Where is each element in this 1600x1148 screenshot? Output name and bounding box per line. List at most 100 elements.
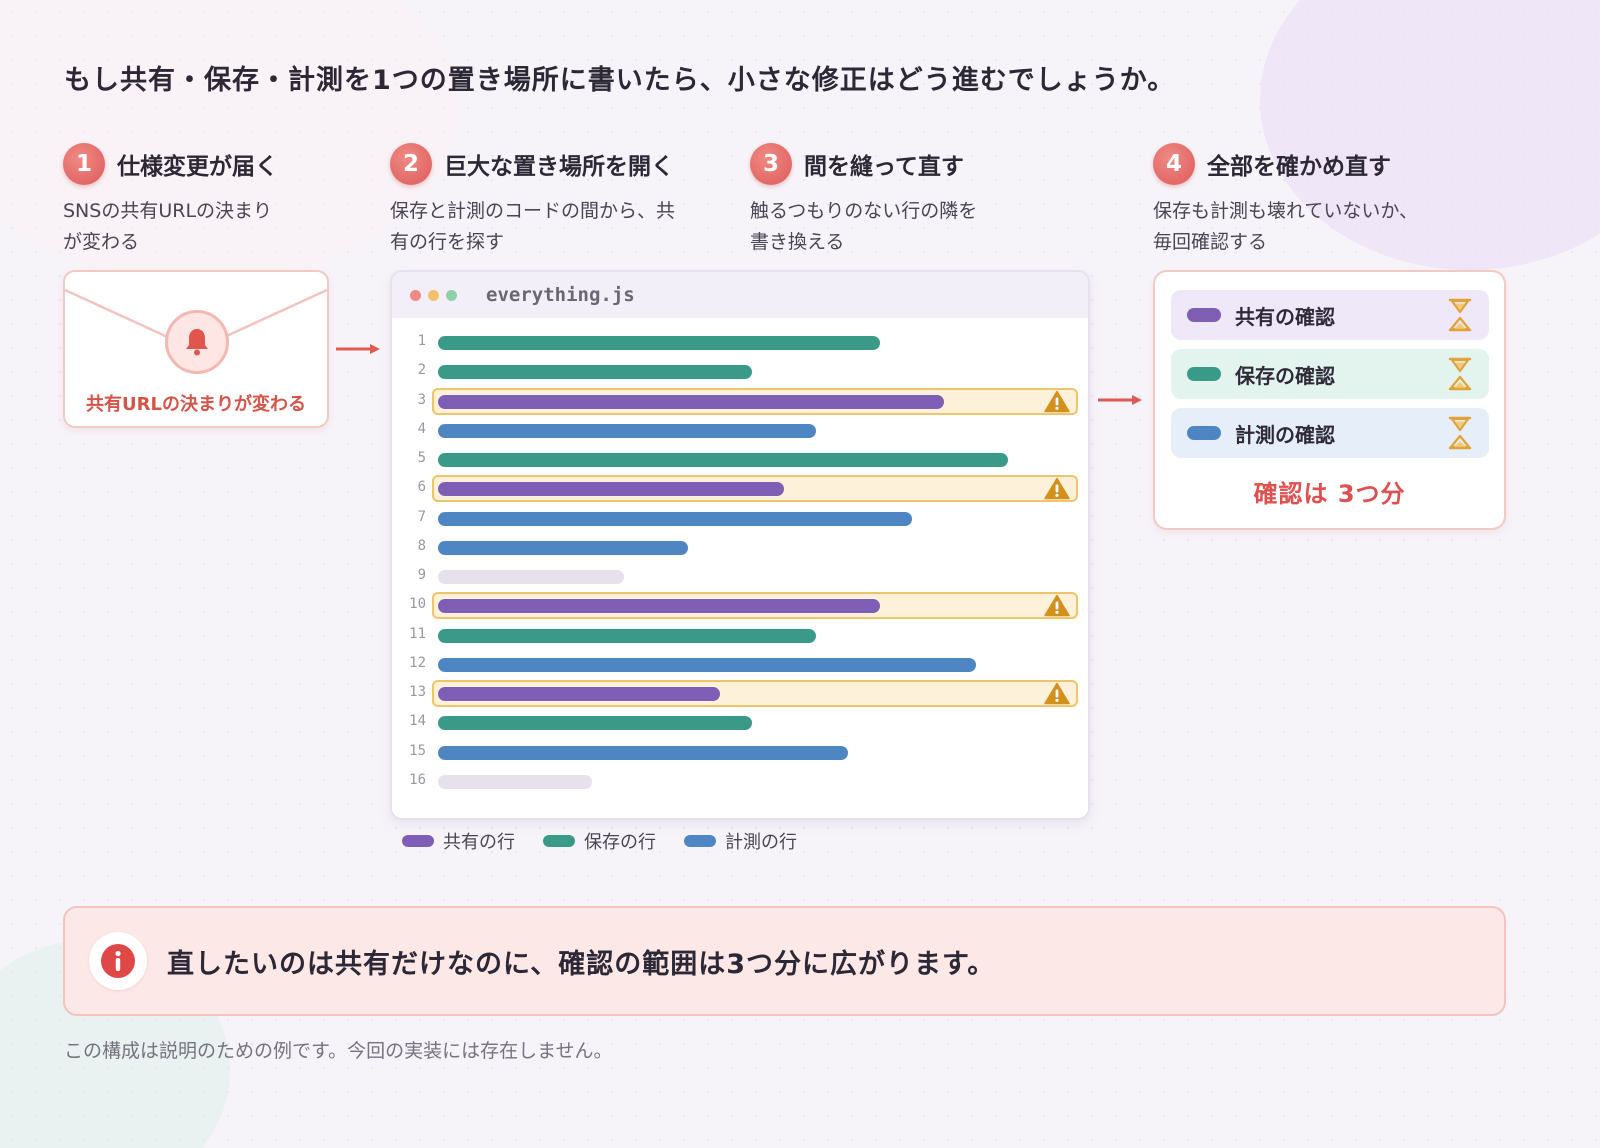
hourglass-icon (1448, 298, 1472, 332)
checks-card: 共有の確認 保存の確認 計測の確認 確認は 3つ分 (1153, 270, 1506, 530)
step-description-line: 保存も計測も壊れていないか、 (1153, 200, 1419, 222)
headline: もし共有・保存・計測を1つの置き場所に書いたら、小さな修正はどう進むでしょうか。 (64, 65, 1176, 96)
line-number: 10 (409, 596, 426, 613)
check-pill (1187, 367, 1221, 381)
step-description-line: が変わる (63, 231, 140, 253)
line-number: 2 (417, 362, 426, 379)
step-3: 3 間を縫って直す 触るつもりのない行の隣を 書き換える (750, 142, 977, 258)
step-number: 3 (750, 143, 792, 185)
step-2: 2 巨大な置き場所を開く 保存と計測のコードの間から、共 有の行を探す (390, 142, 675, 258)
step-1: 1 仕様変更が届く SNSの共有URLの決まり が変わる (63, 142, 278, 258)
step-description-line: 有の行を探す (390, 231, 505, 253)
step-4: 4 全部を確かめ直す 保存も計測も壊れていないか、 毎回確認する (1153, 142, 1418, 258)
code-line: 9 (392, 562, 1088, 591)
step-description-line: 触るつもりのない行の隣を (750, 200, 978, 222)
step-title: 全部を確かめ直す (1207, 154, 1391, 180)
code-bar-save (438, 336, 880, 350)
step-description-line: 毎回確認する (1153, 231, 1268, 253)
code-bar-measure (438, 511, 912, 526)
warning-icon (1044, 682, 1070, 705)
code-bar-save (438, 365, 752, 380)
bell-badge (165, 310, 229, 374)
step-title: 間を縫って直す (804, 154, 964, 180)
page: もし共有・保存・計測を1つの置き場所に書いたら、小さな修正はどう進むでしょうか。… (0, 0, 1600, 1148)
step-number: 1 (63, 143, 105, 185)
code-bar-measure (438, 657, 976, 672)
step-title: 仕様変更が届く (117, 154, 278, 180)
code-line: 1 (392, 328, 1088, 357)
hourglass-icon (1448, 416, 1472, 450)
code-bar-share (438, 394, 944, 409)
step-description: SNSの共有URLの決まり が変わる (63, 196, 278, 258)
step-description-line: SNSの共有URLの決まり (63, 200, 273, 222)
legend-item-share: 共有の行 (402, 828, 515, 854)
window-dot-maximize (446, 289, 457, 301)
code-bar-measure (438, 423, 816, 438)
legend-label: 保存の行 (584, 832, 656, 853)
line-number: 6 (417, 479, 426, 496)
code-line: 12 (392, 650, 1088, 679)
line-number: 13 (409, 684, 426, 700)
line-number: 7 (417, 508, 426, 525)
line-number: 8 (417, 537, 426, 554)
footnote: この構成は説明のための例です。今回の実装には存在しません。 (64, 1040, 613, 1062)
code-line: 4 (392, 416, 1088, 445)
code-line: 2 (392, 357, 1088, 386)
code-line: 5 (392, 445, 1088, 474)
editor-title-bar: everything.js (392, 272, 1088, 318)
callout-text: 直したいのは共有だけなのに、確認の範囲は3つ分に広がります。 (167, 948, 996, 980)
line-number: 3 (417, 391, 426, 408)
code-bar-empty (438, 570, 624, 584)
warning-icon (1044, 390, 1070, 412)
line-number: 5 (417, 450, 426, 466)
info-icon (101, 944, 135, 978)
line-number: 1 (417, 333, 426, 349)
check-row-save: 保存の確認 (1171, 349, 1489, 399)
code-bar-share (438, 599, 880, 614)
step-title: 巨大な置き場所を開く (444, 154, 674, 180)
step-description-line: 書き換える (750, 231, 845, 253)
line-number: 16 (409, 771, 426, 788)
code-line: 10 (392, 591, 1088, 620)
check-pill (1187, 426, 1221, 440)
code-bar-measure (438, 540, 688, 555)
legend-swatch (684, 835, 716, 847)
code-line: 16 (392, 767, 1088, 796)
code-bar-save (438, 453, 1008, 467)
code-line: 14 (392, 708, 1088, 737)
line-number: 15 (409, 742, 426, 759)
hourglass-icon (1448, 357, 1472, 391)
legend-label: 共有の行 (443, 832, 515, 853)
legend-label: 計測の行 (725, 832, 797, 853)
code-line: 13 (392, 679, 1088, 708)
line-number: 14 (409, 713, 426, 730)
code-bar-share (438, 482, 784, 497)
legend-item-measure: 計測の行 (684, 828, 797, 854)
code-line: 15 (392, 738, 1088, 767)
legend-swatch (402, 835, 434, 847)
legend: 共有の行 保存の行 計測の行 (402, 828, 825, 854)
check-pill (1187, 308, 1221, 322)
arrow-right-icon (336, 344, 380, 354)
step-number: 2 (390, 143, 432, 185)
line-number: 11 (409, 625, 426, 642)
code-line: 8 (392, 533, 1088, 562)
editor-filename: everything.js (486, 284, 635, 306)
step-number: 4 (1153, 143, 1195, 185)
code-bar-share (438, 687, 720, 701)
line-number: 4 (417, 420, 426, 437)
bell-icon (186, 329, 208, 356)
code-editor-window: everything.js 1 2 3 4 5 6 7 8 9 10 11 12 13 14 15 16 (390, 270, 1090, 820)
step-description: 触るつもりのない行の隣を 書き換える (750, 196, 977, 258)
line-number: 9 (417, 567, 426, 583)
code-bar-measure (438, 745, 848, 760)
check-row-measure: 計測の確認 (1171, 408, 1489, 458)
code-line: 7 (392, 504, 1088, 533)
step-description: 保存と計測のコードの間から、共 有の行を探す (390, 196, 675, 258)
checks-total: 確認は 3つ分 (1253, 480, 1406, 508)
code-line: 6 (392, 474, 1088, 503)
window-dot-close (410, 289, 421, 301)
step-description: 保存も計測も壊れていないか、 毎回確認する (1153, 196, 1418, 258)
notice-card: 共有URLの決まりが変わる (63, 270, 329, 428)
legend-item-save: 保存の行 (543, 828, 656, 854)
